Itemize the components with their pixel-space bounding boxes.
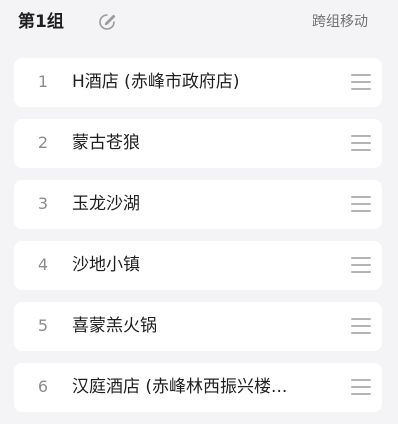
list-item[interactable]: 5 喜蒙羔火锅 — [14, 302, 382, 351]
item-index: 2 — [37, 133, 49, 152]
drag-handle-icon[interactable] — [351, 74, 371, 90]
edit-pencil-icon[interactable] — [97, 12, 117, 32]
item-index: 6 — [37, 377, 49, 396]
item-index: 4 — [37, 255, 49, 274]
drag-handle-icon[interactable] — [351, 318, 371, 334]
drag-handle-icon[interactable] — [351, 135, 371, 151]
drag-handle-icon[interactable] — [351, 257, 371, 273]
list-item[interactable]: 1 H酒店 (赤峰市政府店) — [14, 58, 382, 107]
item-name: 玉龙沙湖 — [72, 194, 140, 214]
group-title: 第1组 — [18, 12, 64, 32]
drag-handle-icon[interactable] — [351, 196, 371, 212]
group-header: 第1组 跨组移动 — [0, 0, 398, 44]
item-name: 沙地小镇 — [72, 255, 140, 275]
sortable-list: 1 H酒店 (赤峰市政府店) 2 蒙古苍狼 3 玉龙沙湖 4 沙地小镇 5 喜蒙… — [14, 58, 382, 424]
item-name: 喜蒙羔火锅 — [72, 316, 157, 336]
list-item[interactable]: 4 沙地小镇 — [14, 241, 382, 290]
list-item[interactable]: 3 玉龙沙湖 — [14, 180, 382, 229]
item-name: 蒙古苍狼 — [72, 133, 140, 153]
item-name: H酒店 (赤峰市政府店) — [72, 72, 240, 92]
cross-group-move-button[interactable]: 跨组移动 — [312, 11, 368, 33]
item-index: 5 — [37, 316, 49, 335]
list-item[interactable]: 2 蒙古苍狼 — [14, 119, 382, 168]
drag-handle-icon[interactable] — [351, 379, 371, 395]
item-index: 3 — [37, 194, 49, 213]
list-item[interactable]: 6 汉庭酒店 (赤峰林西振兴楼... — [14, 363, 382, 412]
item-index: 1 — [37, 72, 49, 91]
item-name: 汉庭酒店 (赤峰林西振兴楼... — [72, 377, 288, 397]
